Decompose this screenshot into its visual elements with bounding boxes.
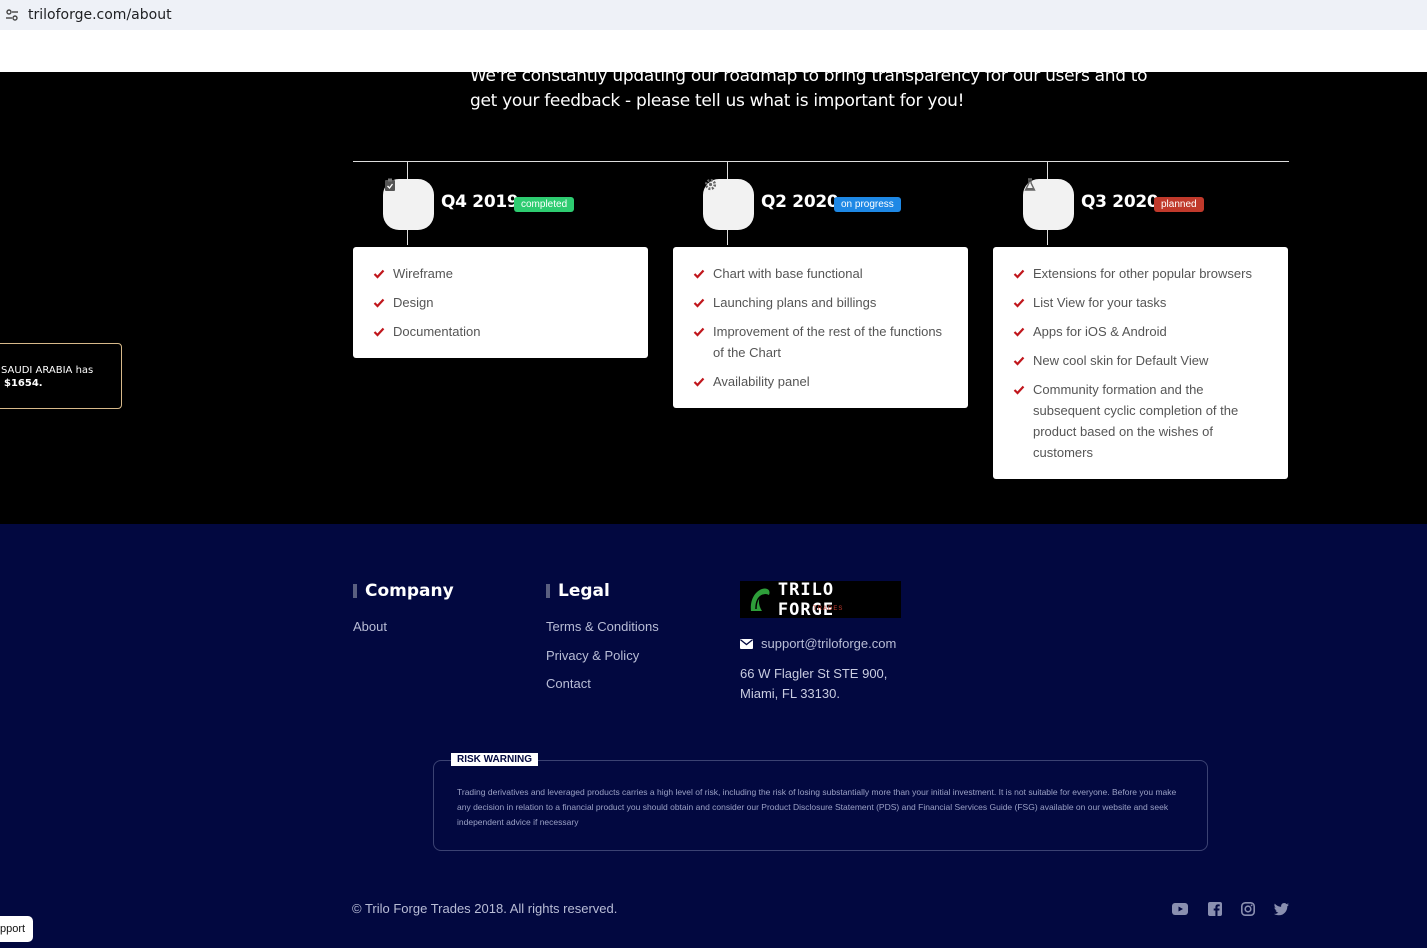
gear-icon (703, 177, 717, 191)
list-item-label: Improvement of the rest of the functions… (713, 324, 943, 360)
check-icon (1013, 298, 1025, 308)
risk-warning-box: RISK WARNING Trading derivatives and lev… (433, 753, 1208, 851)
footer-heading-company: Company (353, 581, 454, 601)
list-item-label: Apps for iOS & Android (1033, 324, 1167, 339)
check-icon (693, 298, 705, 308)
list-item: Documentation (373, 321, 632, 342)
flask-icon (1023, 177, 1037, 191)
list-item-label: Chart with base functional (713, 266, 863, 281)
list-item-label: New cool skin for Default View (1033, 353, 1209, 368)
support-button[interactable]: pport (0, 916, 33, 942)
list-item-label: Availability panel (713, 374, 810, 389)
milestone-quarter: Q2 2020 (761, 192, 839, 212)
url-text[interactable]: triloforge.com/about (28, 7, 172, 23)
envelope-icon (740, 638, 753, 649)
risk-warning-label: RISK WARNING (451, 753, 538, 766)
footer-link-terms[interactable]: Terms & Conditions (546, 619, 659, 634)
risk-warning-text: Trading derivatives and leveraged produc… (457, 787, 1177, 827)
list-item: Apps for iOS & Android (1013, 321, 1272, 342)
status-badge: on progress (834, 197, 901, 212)
check-icon (693, 327, 705, 337)
list-item-label: Extensions for other popular browsers (1033, 266, 1252, 281)
browser-address-bar: triloforge.com/about (0, 0, 1427, 30)
check-icon (1013, 327, 1025, 337)
milestone-card: Extensions for other popular browsers Li… (993, 247, 1288, 479)
clipboard-check-icon (383, 177, 397, 191)
company-address: 66 W Flagler St STE 900, Miami, FL 33130… (740, 664, 887, 704)
email-text[interactable]: support@triloforge.com (761, 636, 896, 651)
list-item: List View for your tasks (1013, 292, 1272, 313)
footer-heading-legal: Legal (546, 581, 610, 601)
facebook-icon[interactable] (1207, 901, 1223, 917)
site-settings-icon[interactable] (4, 7, 20, 23)
milestone-quarter: Q4 2019 (441, 192, 519, 212)
notification-amount: $1654. (4, 378, 43, 389)
roadmap-section: We're constantly updating our roadmap to… (0, 72, 1427, 524)
check-icon (693, 269, 705, 279)
address-line: Miami, FL 33130. (740, 686, 840, 701)
address-line: 66 W Flagler St STE 900, (740, 666, 888, 681)
roadmap-intro: We're constantly updating our roadmap to… (470, 72, 1148, 111)
check-icon (373, 327, 385, 337)
check-icon (1013, 269, 1025, 279)
check-icon (693, 377, 705, 387)
trade-notification-popup[interactable]: SAUDI ARABIA has $1654. (0, 343, 122, 409)
notification-text: SAUDI ARABIA has (1, 365, 94, 376)
list-item-label: Community formation and the subsequent c… (1033, 382, 1239, 460)
footer: Company About Legal Terms & Conditions P… (0, 524, 1427, 948)
youtube-icon[interactable] (1172, 901, 1188, 917)
copyright: © Trilo Forge Trades 2018. All rights re… (352, 901, 618, 916)
check-icon (373, 269, 385, 279)
instagram-icon[interactable] (1240, 901, 1256, 917)
status-badge: completed (514, 197, 575, 212)
list-item: Improvement of the rest of the functions… (693, 321, 952, 363)
list-item-label: Wireframe (393, 266, 453, 281)
check-icon (1013, 385, 1025, 395)
milestone-card: Wireframe Design Documentation (353, 247, 648, 358)
footer-link-about[interactable]: About (353, 619, 387, 634)
brand-subtitle: TRADES (813, 606, 844, 612)
list-item: Availability panel (693, 371, 952, 392)
list-item: Extensions for other popular browsers (1013, 263, 1272, 284)
footer-link-contact[interactable]: Contact (546, 676, 591, 691)
twitter-icon[interactable] (1273, 901, 1289, 917)
list-item: Chart with base functional (693, 263, 952, 284)
milestone-quarter: Q3 2020 (1081, 192, 1159, 212)
list-item-label: Design (393, 295, 434, 310)
timeline-line (353, 161, 1289, 162)
brand-name: TRILO FORGE (777, 579, 835, 620)
list-item-label: Launching plans and billings (713, 295, 877, 310)
support-email[interactable]: support@triloforge.com (740, 636, 896, 651)
status-badge: planned (1154, 197, 1204, 212)
list-item: Design (373, 292, 632, 313)
brand-logo[interactable]: TRILO FORGE TRADES (740, 579, 901, 620)
footer-link-privacy[interactable]: Privacy & Policy (546, 648, 639, 663)
check-icon (373, 298, 385, 308)
list-item: Wireframe (373, 263, 632, 284)
site-header (0, 30, 1427, 72)
list-item-label: List View for your tasks (1033, 295, 1167, 310)
milestone-card: Chart with base functional Launching pla… (673, 247, 968, 408)
list-item: Launching plans and billings (693, 292, 952, 313)
spartan-helmet-icon (750, 588, 770, 611)
list-item-label: Documentation (393, 324, 481, 339)
list-item: Community formation and the subsequent c… (1013, 379, 1272, 463)
list-item: New cool skin for Default View (1013, 350, 1272, 371)
check-icon (1013, 356, 1025, 366)
